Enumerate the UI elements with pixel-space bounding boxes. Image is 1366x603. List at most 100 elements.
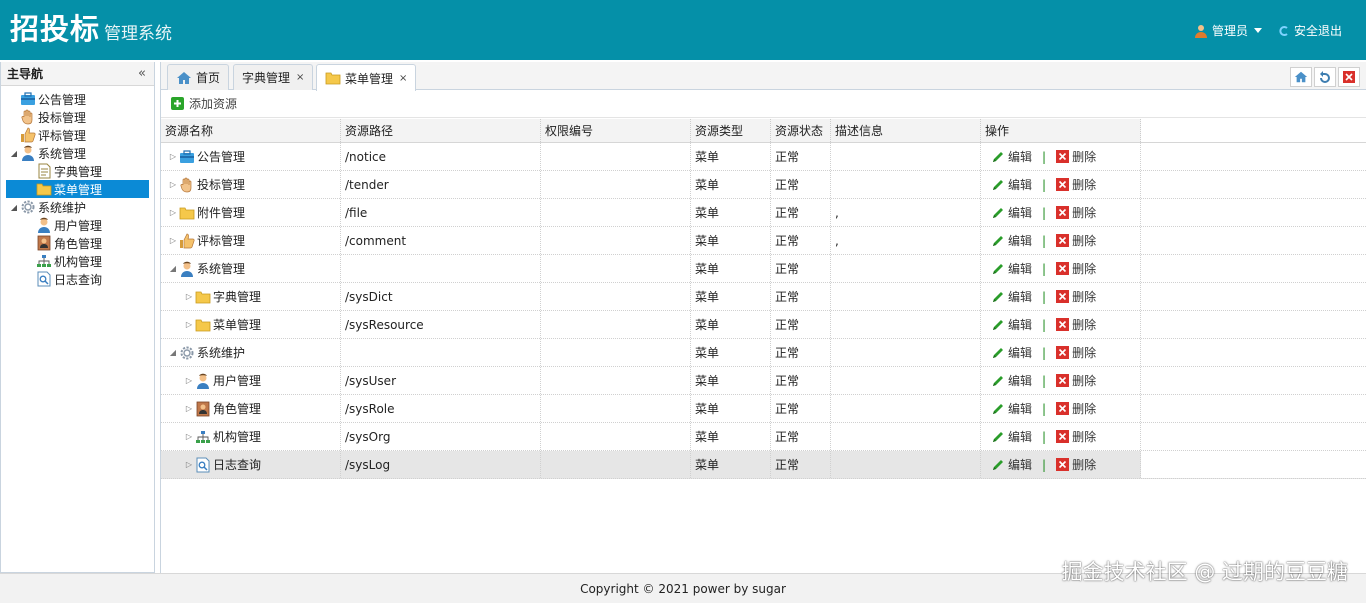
add-resource-button[interactable]: 添加资源 bbox=[171, 95, 237, 112]
edit-button[interactable]: 编辑 bbox=[991, 176, 1032, 193]
delete-button[interactable]: 删除 bbox=[1056, 148, 1096, 165]
cell-type: 菜单 bbox=[691, 423, 771, 450]
delete-button[interactable]: 删除 bbox=[1056, 344, 1096, 361]
cell-type: 菜单 bbox=[691, 255, 771, 282]
logout-label: 安全退出 bbox=[1293, 24, 1342, 38]
resource-name: 角色管理 bbox=[213, 402, 262, 416]
user-icon bbox=[179, 261, 195, 277]
refresh-icon[interactable] bbox=[1314, 67, 1336, 87]
sidebar-item[interactable]: 菜单管理 bbox=[6, 180, 149, 198]
edit-button[interactable]: 编辑 bbox=[991, 204, 1032, 221]
edit-label: 编辑 bbox=[1008, 290, 1033, 304]
sidebar-item[interactable]: ◢ 系统管理 bbox=[6, 144, 149, 162]
table-row[interactable]: ▷ 附件管理/file 菜单 正常, 编辑 | 删除 bbox=[161, 199, 1366, 227]
delete-button[interactable]: 删除 bbox=[1056, 176, 1096, 193]
col-header[interactable]: 资源状态 bbox=[771, 119, 831, 142]
col-header[interactable]: 描述信息 bbox=[831, 119, 981, 142]
toggle-icon[interactable]: ▷ bbox=[183, 320, 195, 329]
sidebar-item[interactable]: ◢ 系统维护 bbox=[6, 198, 149, 216]
delete-button[interactable]: 删除 bbox=[1056, 232, 1096, 249]
sidebar-item[interactable]: 用户管理 bbox=[6, 216, 149, 234]
delete-button[interactable]: 删除 bbox=[1056, 456, 1096, 473]
toggle-icon[interactable]: ▷ bbox=[183, 292, 195, 301]
org-icon bbox=[195, 429, 211, 445]
toggle-icon[interactable]: ▷ bbox=[183, 376, 195, 385]
table-row[interactable]: ▷ 菜单管理/sysResource 菜单 正常 编辑 | 删除 bbox=[161, 311, 1366, 339]
tab-dict[interactable]: 字典管理 × bbox=[233, 64, 314, 90]
table-row[interactable]: ▷ 评标管理/comment 菜单 正常, 编辑 | 删除 bbox=[161, 227, 1366, 255]
delete-button[interactable]: 删除 bbox=[1056, 204, 1096, 221]
col-header[interactable]: 权限编号 bbox=[541, 119, 691, 142]
table-row[interactable]: ▷ 用户管理/sysUser 菜单 正常 编辑 | 删除 bbox=[161, 367, 1366, 395]
edit-button[interactable]: 编辑 bbox=[991, 316, 1032, 333]
table-row[interactable]: ▷ 字典管理/sysDict 菜单 正常 编辑 | 删除 bbox=[161, 283, 1366, 311]
delete-icon bbox=[1056, 430, 1070, 443]
delete-button[interactable]: 删除 bbox=[1056, 372, 1096, 389]
table-row[interactable]: ▷ 日志查询/sysLog 菜单 正常 编辑 | 删除 bbox=[161, 451, 1366, 479]
table-row[interactable]: ◢ 系统管理 菜单 正常 编辑 | 删除 bbox=[161, 255, 1366, 283]
briefcase-icon bbox=[179, 149, 195, 165]
sidebar-item-label: 机构管理 bbox=[54, 254, 103, 269]
logout-button[interactable]: 安全退出 bbox=[1278, 22, 1342, 39]
edit-button[interactable]: 编辑 bbox=[991, 232, 1032, 249]
col-header[interactable]: 资源路径 bbox=[341, 119, 541, 142]
tab-close-icon[interactable]: × bbox=[296, 72, 304, 83]
delete-label: 删除 bbox=[1072, 346, 1097, 360]
close-all-icon[interactable] bbox=[1338, 67, 1360, 87]
edit-label: 编辑 bbox=[1008, 402, 1033, 416]
edit-button[interactable]: 编辑 bbox=[991, 456, 1032, 473]
grid-spacer bbox=[1141, 227, 1366, 254]
toggle-icon[interactable]: ▷ bbox=[183, 432, 195, 441]
edit-button[interactable]: 编辑 bbox=[991, 428, 1032, 445]
cell-state: 正常 bbox=[771, 395, 831, 422]
col-header[interactable]: 资源名称 bbox=[161, 119, 341, 142]
edit-button[interactable]: 编辑 bbox=[991, 148, 1032, 165]
col-header[interactable]: 资源类型 bbox=[691, 119, 771, 142]
toggle-icon[interactable]: ▷ bbox=[167, 208, 179, 217]
col-header[interactable]: 操作 bbox=[981, 119, 1141, 142]
expanded-icon[interactable]: ◢ bbox=[8, 203, 20, 212]
sidebar-item[interactable]: 投标管理 bbox=[6, 108, 149, 126]
cell-desc bbox=[831, 283, 981, 310]
edit-button[interactable]: 编辑 bbox=[991, 344, 1032, 361]
toggle-icon[interactable]: ◢ bbox=[167, 348, 179, 357]
tab-menu[interactable]: 菜单管理 × bbox=[316, 64, 417, 91]
table-row[interactable]: ◢ 系统维护 菜单 正常 编辑 | 删除 bbox=[161, 339, 1366, 367]
cell-perm bbox=[541, 199, 691, 226]
sidebar-item[interactable]: 字典管理 bbox=[6, 162, 149, 180]
sidebar-item[interactable]: 日志查询 bbox=[6, 270, 149, 288]
toggle-icon[interactable]: ▷ bbox=[183, 404, 195, 413]
edit-button[interactable]: 编辑 bbox=[991, 288, 1032, 305]
tab-home[interactable]: 首页 bbox=[167, 64, 230, 90]
edit-icon bbox=[993, 179, 1003, 190]
edit-button[interactable]: 编辑 bbox=[991, 372, 1032, 389]
collapse-icon[interactable]: « bbox=[138, 66, 146, 81]
toggle-icon[interactable]: ▷ bbox=[183, 460, 195, 469]
sidebar-item[interactable]: 评标管理 bbox=[6, 126, 149, 144]
table-row[interactable]: ▷ 投标管理/tender 菜单 正常 编辑 | 删除 bbox=[161, 171, 1366, 199]
sidebar-item[interactable]: 公告管理 bbox=[6, 90, 149, 108]
delete-button[interactable]: 删除 bbox=[1056, 428, 1096, 445]
delete-button[interactable]: 删除 bbox=[1056, 288, 1096, 305]
table-row[interactable]: ▷ 公告管理/notice 菜单 正常 编辑 | 删除 bbox=[161, 143, 1366, 171]
expanded-icon[interactable]: ◢ bbox=[8, 149, 20, 158]
edit-button[interactable]: 编辑 bbox=[991, 260, 1032, 277]
sidebar-title: 主导航 bbox=[7, 67, 44, 81]
delete-button[interactable]: 删除 bbox=[1056, 260, 1096, 277]
tab-close-icon[interactable]: × bbox=[399, 73, 407, 84]
table-row[interactable]: ▷ 机构管理/sysOrg 菜单 正常 编辑 | 删除 bbox=[161, 423, 1366, 451]
home-icon[interactable] bbox=[1290, 67, 1312, 87]
cell-desc bbox=[831, 339, 981, 366]
edit-button[interactable]: 编辑 bbox=[991, 400, 1032, 417]
sidebar: 主导航 « 公告管理 投标管理 评标管理 ◢ 系统管理 字典管理 菜单管理 ◢ 系统维护 用户管理… bbox=[0, 62, 155, 573]
toggle-icon[interactable]: ▷ bbox=[167, 152, 179, 161]
toggle-icon[interactable]: ▷ bbox=[167, 180, 179, 189]
toggle-icon[interactable]: ▷ bbox=[167, 236, 179, 245]
table-row[interactable]: ▷ 角色管理/sysRole 菜单 正常 编辑 | 删除 bbox=[161, 395, 1366, 423]
sidebar-item[interactable]: 角色管理 bbox=[6, 234, 149, 252]
delete-button[interactable]: 删除 bbox=[1056, 316, 1096, 333]
toggle-icon[interactable]: ◢ bbox=[167, 264, 179, 273]
delete-button[interactable]: 删除 bbox=[1056, 400, 1096, 417]
user-menu[interactable]: 管理员 bbox=[1194, 22, 1262, 39]
sidebar-item[interactable]: 机构管理 bbox=[6, 252, 149, 270]
